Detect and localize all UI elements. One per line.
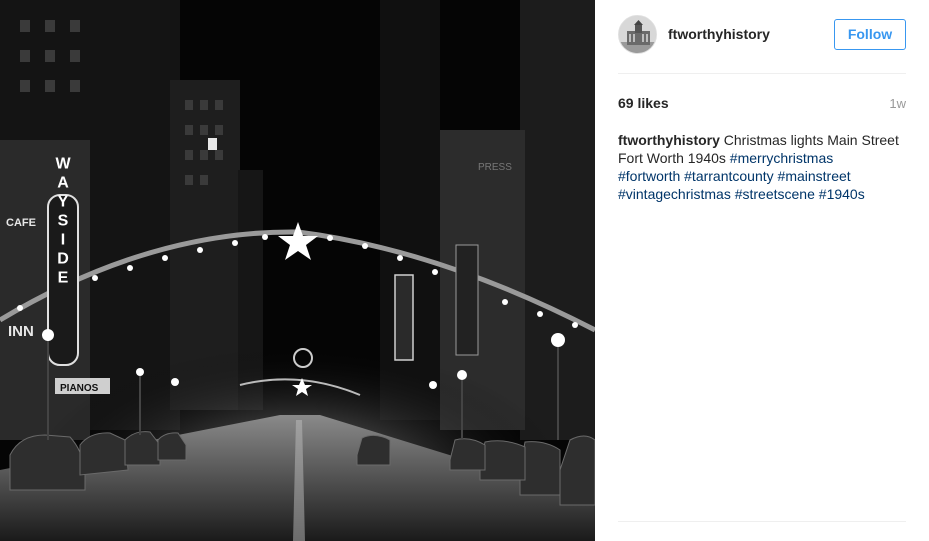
likes-row: 69 likes 1w [618,94,906,112]
photo-sign-press: PRESS [478,162,512,173]
street-photo-illustration: WAYSIDE CAFE INN PIANOS PRESS [0,0,595,541]
post-caption: ftworthyhistory Christmas lights Main St… [618,131,906,203]
photo-sign-pianos: PIANOS [60,383,99,394]
hashtag-link[interactable]: #streetscene [735,186,815,202]
hashtag-link[interactable]: #tarrantcounty [684,168,774,184]
likes-count[interactable]: 69 likes [618,95,669,111]
photo-sign-inn: INN [8,323,34,340]
hashtag-link[interactable]: #1940s [819,186,865,202]
photo-sign-theater: WAYSIDE [54,156,71,289]
header-divider [618,73,906,74]
post-timestamp[interactable]: 1w [889,96,906,111]
caption-username[interactable]: ftworthyhistory [618,132,720,148]
photo-sign-cafe: CAFE [6,217,36,229]
hashtag-link[interactable]: #fortworth [618,168,680,184]
hashtag-link[interactable]: #merrychristmas [730,150,833,166]
author-username[interactable]: ftworthyhistory [668,26,834,42]
follow-button[interactable]: Follow [834,18,906,50]
post-details-panel: ftworthyhistory Follow 69 likes 1w ftwor… [595,0,929,541]
post-header: ftworthyhistory Follow [618,14,906,54]
comment-divider [618,521,906,522]
hashtag-link[interactable]: #mainstreet [778,168,851,184]
courthouse-avatar-icon[interactable] [618,14,657,54]
hashtag-link[interactable]: #vintagechristmas [618,186,731,202]
post-photo[interactable]: WAYSIDE CAFE INN PIANOS PRESS [0,0,595,541]
